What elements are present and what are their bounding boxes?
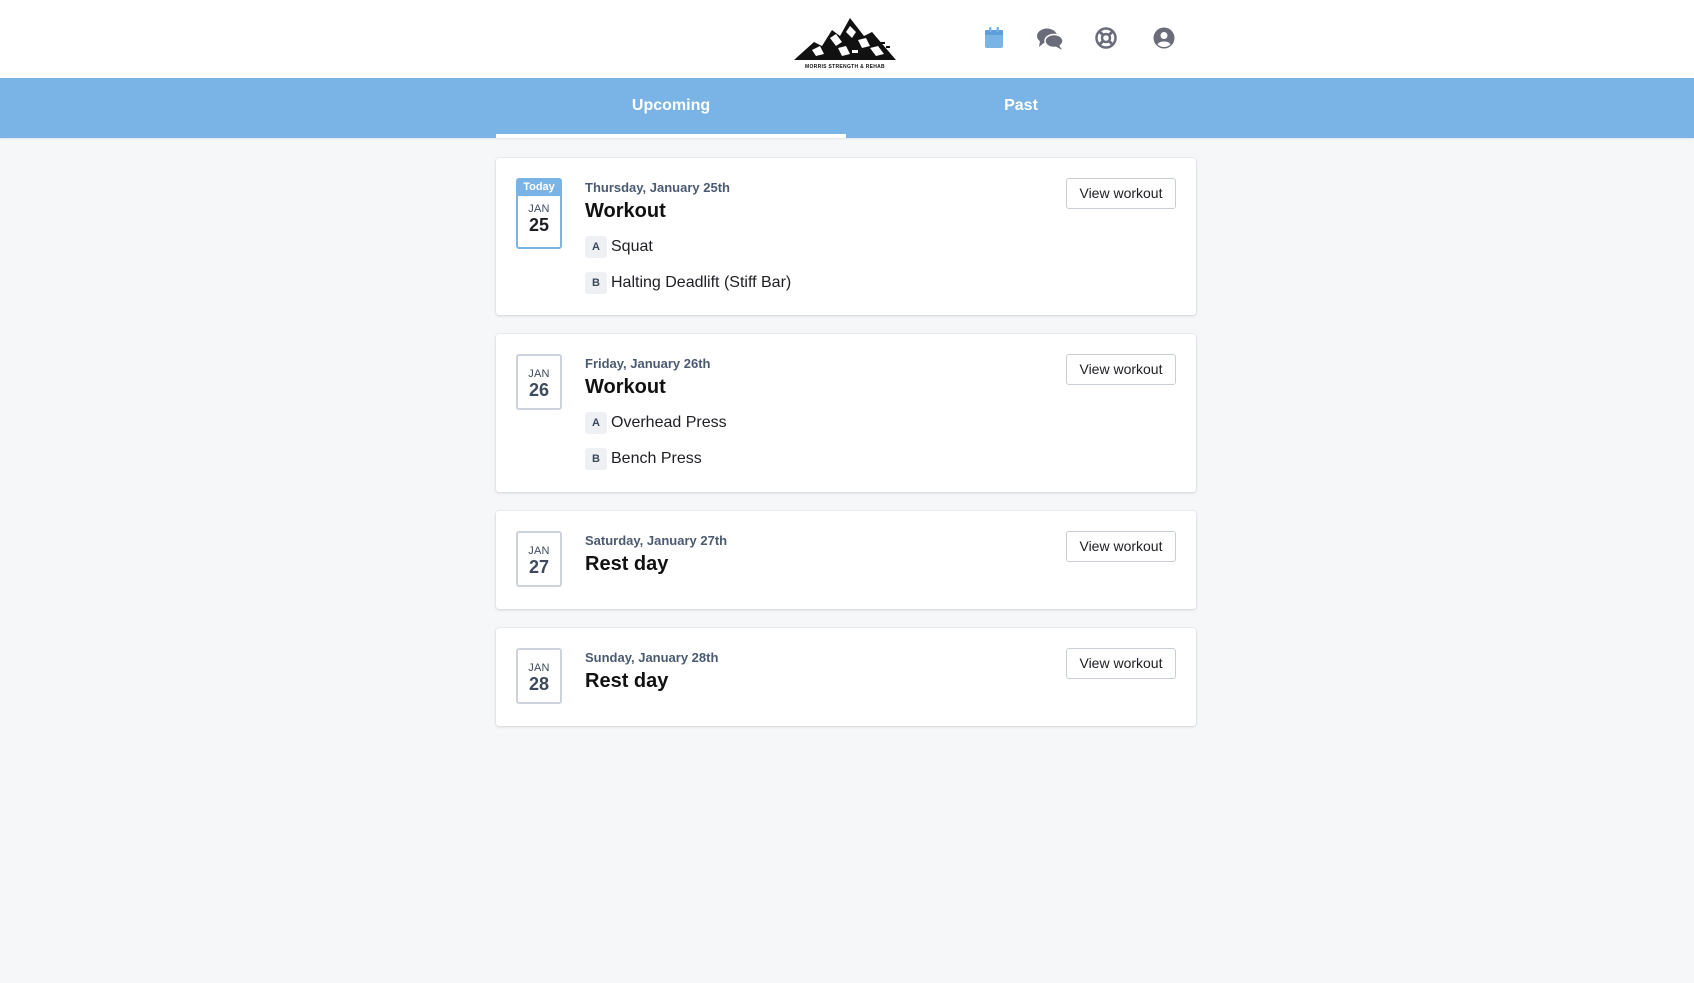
card-content: Sunday, January 28th Rest day [585,650,718,693]
chat-icon[interactable] [1036,26,1064,52]
card-title: Workout [585,376,666,398]
calendar-icon[interactable] [982,26,1008,52]
exercise-item: A Squat [585,235,791,259]
exercise-item: B Bench Press [585,447,727,471]
date-month: JAN [528,203,550,215]
exercise-letter: A [585,412,607,434]
card-title: Rest day [585,553,669,575]
tab-bar: Upcoming Past [0,78,1694,138]
tab-past[interactable]: Past [846,78,1196,138]
date-day: 26 [528,380,550,400]
card-date: Sunday, January 28th [585,650,719,665]
exercise-name: Overhead Press [611,414,727,431]
exercise-item: B Halting Deadlift (Stiff Bar) [585,271,791,295]
exercise-letter: B [585,272,607,294]
date-day: 25 [528,215,550,235]
date-day: 28 [528,674,550,694]
date-badge: Today JAN 25 [516,178,562,249]
exercise-letter: B [585,448,607,470]
date-badge: JAN 28 [516,648,562,704]
exercise-name: Bench Press [611,450,702,467]
schedule-list: Today JAN 25 Thursday, January 25th Work… [496,158,1196,745]
help-icon[interactable] [1094,26,1120,52]
today-label: Today [518,180,560,196]
card-date: Saturday, January 27th [585,533,728,548]
date-month: JAN [528,545,550,557]
logo-text: MORRIS STRENGTH & REHAB [805,64,885,70]
card-date: Thursday, January 25th [585,180,730,195]
day-card: JAN 27 Saturday, January 27th Rest day V… [496,511,1196,609]
view-workout-button[interactable]: View workout [1066,354,1176,385]
card-title: Workout [585,200,666,222]
day-card: Today JAN 25 Thursday, January 25th Work… [496,158,1196,315]
brand-logo[interactable]: MORRIS STRENGTH & REHAB [792,16,898,70]
exercise-name: Halting Deadlift (Stiff Bar) [611,274,792,291]
card-content: Saturday, January 27th Rest day [585,533,727,576]
date-badge: JAN 27 [516,531,562,587]
logo-mountain-graphic [794,18,896,60]
exercise-item: A Overhead Press [585,411,727,435]
card-content: Friday, January 26th Workout A Overhead … [585,356,727,471]
view-workout-button[interactable]: View workout [1066,648,1176,679]
date-month: JAN [528,662,550,674]
view-workout-button[interactable]: View workout [1066,531,1176,562]
view-workout-button[interactable]: View workout [1066,178,1176,209]
date-badge: JAN 26 [516,354,562,410]
top-header: MORRIS STRENGTH & REHAB [0,0,1694,78]
exercise-name: Squat [611,238,653,255]
tab-upcoming[interactable]: Upcoming [496,78,846,138]
day-card: JAN 26 Friday, January 26th Workout A Ov… [496,334,1196,492]
card-content: Thursday, January 25th Workout A Squat B… [585,180,791,295]
card-date: Friday, January 26th [585,356,711,371]
date-month: JAN [528,368,550,380]
exercise-letter: A [585,236,607,258]
card-title: Rest day [585,670,669,692]
day-card: JAN 28 Sunday, January 28th Rest day Vie… [496,628,1196,726]
date-day: 27 [528,557,550,577]
account-icon[interactable] [1152,26,1178,52]
